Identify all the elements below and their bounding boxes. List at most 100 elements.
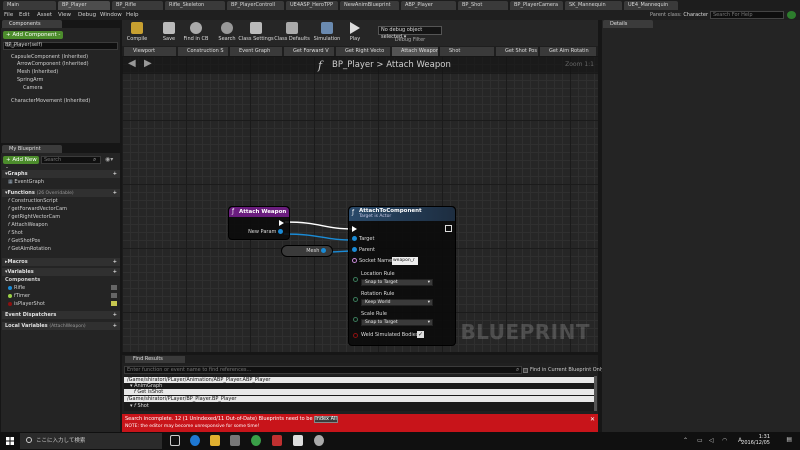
close-icon[interactable]: ✕ [590, 416, 595, 423]
exec-out-pin[interactable] [445, 225, 452, 232]
mesh-getter-node[interactable]: Mesh [281, 245, 333, 257]
variables-section[interactable]: ▾Variables + [2, 268, 120, 276]
function-item[interactable]: f GetShotPos [8, 238, 40, 245]
volume-icon[interactable]: ◁ [709, 437, 714, 444]
component-arrow[interactable]: ArrowComponent (Inherited) [17, 61, 89, 68]
play-button[interactable]: Play [342, 20, 368, 46]
parent-pin[interactable]: Parent [352, 247, 375, 253]
document-tab[interactable]: Rifle_Skeleton [165, 1, 225, 10]
unreal-editor-icon[interactable] [293, 435, 303, 446]
graph-tab[interactable]: Get Shot Pos [496, 47, 538, 56]
search-icon[interactable]: ⌕ [516, 366, 519, 374]
graph-tab[interactable]: Construction S [178, 47, 228, 56]
taskbar-clock[interactable]: 1:31 2016/12/05 [741, 434, 770, 446]
my-blueprint-search-input[interactable]: Search [41, 156, 101, 164]
components-header[interactable]: Components [2, 20, 62, 28]
macros-section[interactable]: ▸Macros + [2, 258, 120, 266]
new-param-pin[interactable]: New Param [248, 229, 285, 235]
store-icon[interactable] [230, 435, 240, 446]
menu-window[interactable]: Window [100, 10, 122, 20]
document-tab[interactable]: BP_Player [58, 1, 110, 10]
document-tab[interactable]: BP_PlayerCamera [510, 1, 563, 10]
add-graph-icon[interactable]: + [113, 170, 117, 178]
function-entry-node[interactable]: Attach Weapon ƒ New Param [228, 206, 290, 240]
visibility-icon[interactable] [111, 285, 117, 290]
document-tab[interactable]: BP_Rifle [112, 1, 163, 10]
index-all-button[interactable]: Index All [314, 416, 338, 423]
add-new-button[interactable]: + Add New - [3, 156, 39, 171]
graph-tab[interactable]: Viewport [124, 47, 176, 56]
task-view-icon[interactable] [170, 435, 180, 446]
bool-pin-icon[interactable] [353, 333, 358, 338]
exec-in-pin[interactable] [352, 226, 357, 233]
document-tab[interactable]: UE4ASP_HeroTPP [286, 1, 338, 10]
weld-checkbox[interactable]: ✓ [417, 331, 424, 338]
variable-rifle[interactable]: Rifle [8, 285, 25, 292]
rotation-rule-select[interactable]: Keep World [361, 299, 433, 306]
taskbar-search[interactable]: ここに入力して検索 [20, 433, 162, 449]
result-row[interactable]: /Game/shiratori/PLayer/BP_Player.BP_Play… [124, 396, 594, 402]
edge-browser-icon[interactable] [190, 435, 200, 446]
component-charactermovement[interactable]: CharacterMovement (Inherited) [11, 98, 90, 105]
document-tab[interactable]: NewAnimBlueprint [340, 1, 399, 10]
function-item[interactable]: f getRightVectorCam [8, 214, 60, 221]
app-icon[interactable] [272, 435, 282, 446]
menu-asset[interactable]: Asset [37, 10, 52, 20]
wifi-icon[interactable]: ◠ [722, 437, 727, 444]
search-help-input[interactable]: Search For Help [710, 11, 784, 19]
document-tab[interactable]: SK_Mannequin [565, 1, 622, 10]
file-explorer-icon[interactable] [210, 435, 220, 446]
menu-help[interactable]: Help [126, 10, 139, 20]
compile-button[interactable]: Compile [122, 20, 152, 46]
component-springarm[interactable]: SpringArm [17, 77, 43, 84]
enum-pin-icon[interactable] [353, 297, 358, 302]
class-settings-button[interactable]: Class Settings [236, 20, 276, 46]
event-dispatchers-section[interactable]: Event Dispatchers + [2, 311, 120, 319]
app-icon[interactable] [314, 435, 324, 446]
graph-tab[interactable]: Event Graph [230, 47, 282, 56]
graph-tab[interactable]: Attach Weapon [392, 47, 438, 56]
chrome-icon[interactable] [251, 435, 261, 446]
add-component-button[interactable]: + Add Component - [3, 31, 63, 39]
document-tab[interactable]: Main [3, 1, 56, 10]
find-current-checkbox[interactable] [523, 368, 528, 373]
graph-tab[interactable]: Shot [440, 47, 494, 56]
result-row[interactable]: f Get isShot [124, 389, 594, 395]
add-function-icon[interactable]: + [113, 189, 117, 197]
notification-icon[interactable]: ▤ [786, 436, 792, 443]
component-camera[interactable]: Camera [23, 85, 43, 92]
components-category[interactable]: Components [5, 277, 40, 284]
find-in-cb-button[interactable]: Find in CB [180, 20, 212, 46]
component-mesh[interactable]: Mesh (Inherited) [17, 69, 58, 76]
function-item[interactable]: f Shot [8, 230, 23, 237]
add-dispatcher-icon[interactable]: + [113, 311, 117, 319]
socket-name-pin[interactable]: Socket Name [352, 258, 392, 264]
graphs-section[interactable]: ▾Graphs + [2, 170, 120, 178]
menu-view[interactable]: View [58, 10, 71, 20]
menu-debug[interactable]: Debug [78, 10, 96, 20]
target-pin[interactable]: Target [352, 236, 374, 242]
enum-pin-icon[interactable] [353, 317, 358, 322]
socket-name-input[interactable]: weapon_r [392, 257, 418, 265]
location-rule-select[interactable]: Snap to Target [361, 279, 433, 286]
scale-rule-select[interactable]: Snap to Target [361, 319, 433, 326]
online-status-icon[interactable] [787, 11, 796, 19]
details-header[interactable]: Details [603, 20, 653, 28]
graph-tab[interactable]: Get Right Vecto [336, 47, 390, 56]
simulation-button[interactable]: Simulation [312, 20, 342, 46]
functions-section[interactable]: ▾Functions (26 Overridable) + [2, 189, 120, 197]
exec-out-pin[interactable] [279, 220, 284, 227]
visibility-icon[interactable] [111, 301, 117, 306]
add-local-variable-icon[interactable]: + [113, 322, 117, 330]
variable-ftimer[interactable]: fTimer [8, 293, 30, 300]
local-variables-section[interactable]: Local Variables (AttachWeapon) + [2, 322, 120, 330]
function-item[interactable]: f GetAimRotation [8, 246, 51, 253]
result-row[interactable]: ▾ f Shot [124, 403, 594, 409]
enum-pin-icon[interactable] [353, 277, 358, 282]
graph-editor[interactable]: ◀ ▶ f BP_Player > Attach Weapon Zoom 1:1… [122, 56, 598, 352]
find-results-tab[interactable]: Find Results [125, 356, 185, 363]
document-tab[interactable]: BP_PlayerControll [227, 1, 284, 10]
function-item[interactable]: f getForwardVectorCam [8, 206, 67, 213]
component-capsule[interactable]: CapsuleComponent (Inherited) [11, 54, 88, 61]
class-defaults-button[interactable]: Class Defaults [272, 20, 312, 46]
